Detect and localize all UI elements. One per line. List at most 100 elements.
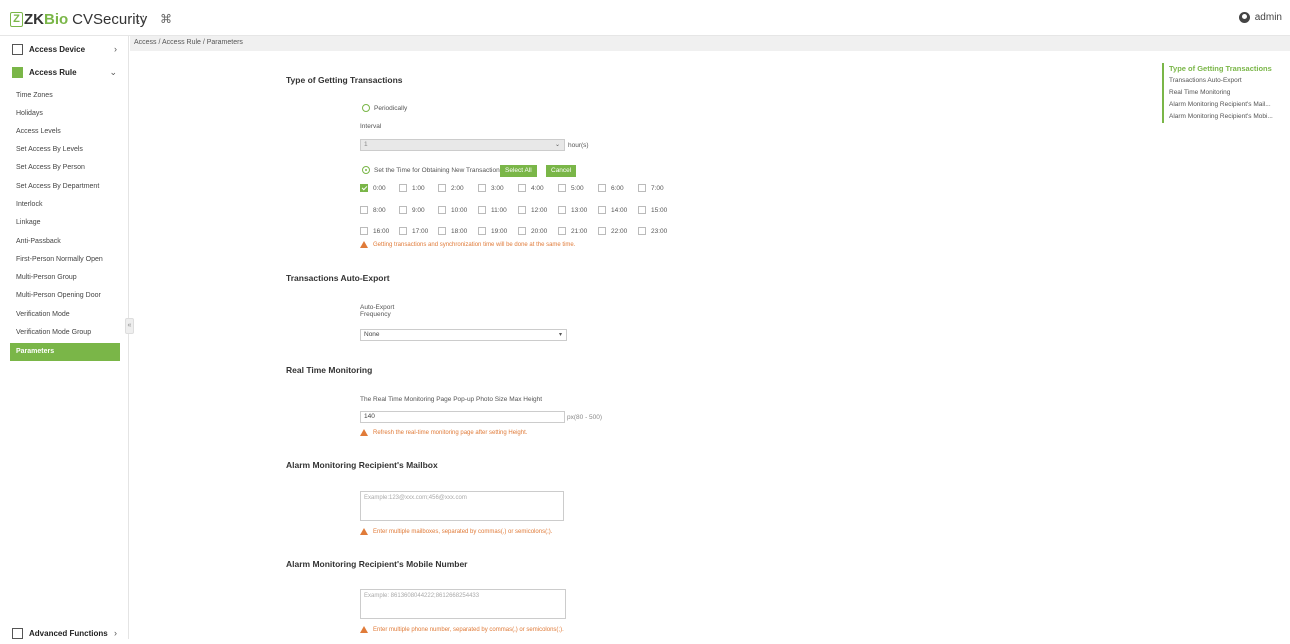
hour-checkbox[interactable] [518,206,526,214]
auto-export-frequency-select[interactable]: None ▾ [360,329,567,341]
logo-icon: Z [10,11,23,27]
anchor-mobile[interactable]: Alarm Monitoring Recipient's Mobi... [1164,111,1282,123]
chevron-down-icon: ⌄ [109,66,117,77]
hour-checkbox[interactable] [438,227,446,235]
sidebar-advanced-functions[interactable]: Advanced Functions › [0,622,129,644]
sidebar-item-verification-mode-group[interactable]: Verification Mode Group [0,324,129,342]
hour-checkbox-label: 20:00 [531,228,548,235]
hour-checkbox[interactable] [478,227,486,235]
cancel-button[interactable]: Cancel [546,165,577,177]
mailbox-warning-text: Enter multiple mailboxes, separated by c… [373,528,553,535]
hour-checkbox[interactable] [399,227,407,235]
sidebar-advanced-functions-label: Advanced Functions [29,628,108,638]
anchor-transactions[interactable]: Type of Getting Transactions [1164,63,1282,75]
sidebar-access-device-label: Access Device [29,44,86,54]
hour-checkbox-label: 5:00 [571,185,584,192]
hour-checkbox-label: 21:00 [571,228,588,235]
hour-checkbox-label: 22:00 [611,228,628,235]
sidebar-item-multi-person-group[interactable]: Multi-Person Group [0,269,129,287]
advanced-functions-icon [12,627,23,639]
warning-icon [360,626,368,633]
sidebar-item-parameters[interactable]: Parameters [10,343,120,361]
chevron-down-icon: ⌄ [554,142,560,148]
select-all-button[interactable]: Select All [500,165,537,177]
chevron-right-icon: › [114,628,117,638]
hour-checkbox[interactable] [638,184,646,192]
hour-checkbox-label: 18:00 [451,228,468,235]
sidebar-item-time-zones[interactable]: Time Zones [0,87,129,105]
hour-checkbox[interactable] [638,227,646,235]
hour-checkbox[interactable] [399,206,407,214]
auto-export-frequency-value: None [364,331,380,338]
sidebar: Access Device › Access Rule ⌄ Time Zones… [0,36,129,639]
mobile-textarea[interactable]: Example: 8613608044222;8612668254433 [360,589,566,619]
anchor-real-time-monitoring[interactable]: Real Time Monitoring [1164,87,1282,99]
section-title-mailbox: Alarm Monitoring Recipient's Mailbox [286,460,438,470]
hour-checkbox[interactable] [558,206,566,214]
interval-unit: hour(s) [568,142,589,149]
hour-checkbox[interactable] [518,227,526,235]
hour-checkbox[interactable] [360,184,368,192]
sidebar-item-set-access-by-department[interactable]: Set Access By Department [0,178,129,196]
section-title-real-time-monitoring: Real Time Monitoring [286,365,373,375]
radio-periodically[interactable] [362,104,370,112]
hour-checkbox[interactable] [558,227,566,235]
app-logo[interactable]: Z ZK Bio CVSecurity [10,10,147,28]
sidebar-access-rule[interactable]: Access Rule ⌄ [0,61,129,83]
hour-checkbox[interactable] [438,206,446,214]
hour-checkbox[interactable] [518,184,526,192]
sidebar-item-verification-mode[interactable]: Verification Mode [0,306,129,324]
sidebar-item-access-levels[interactable]: Access Levels [0,123,129,141]
breadcrumb-bar: Access / Access Rule / Parameters [130,36,1290,51]
hour-checkbox-label: 17:00 [412,228,429,235]
interval-select[interactable]: 1 ⌄ [360,139,565,151]
sidebar-item-set-access-by-person[interactable]: Set Access By Person [0,159,129,177]
anchor-mailbox[interactable]: Alarm Monitoring Recipient's Mail... [1164,99,1282,111]
hour-checkbox[interactable] [360,227,368,235]
sidebar-access-device[interactable]: Access Device › [0,38,129,60]
hour-checkbox-label: 0:00 [373,185,386,192]
sidebar-item-holidays[interactable]: Holidays [0,105,129,123]
sidebar-item-anti-passback[interactable]: Anti-Passback [0,233,129,251]
transactions-warning-text: Getting transactions and synchronization… [373,241,576,248]
hour-checkbox[interactable] [360,206,368,214]
sidebar-item-interlock[interactable]: Interlock [0,196,129,214]
mailbox-textarea[interactable]: Example:123@xxx.com;456@xxx.com [360,491,564,521]
hour-checkbox[interactable] [598,206,606,214]
user-icon [1238,12,1250,23]
command-icon[interactable]: ⌘ [160,12,172,26]
section-anchor-nav: Type of Getting Transactions Transaction… [1162,63,1282,123]
sidebar-item-first-person-normally-open[interactable]: First-Person Normally Open [0,251,129,269]
photo-size-label: The Real Time Monitoring Page Pop-up Pho… [360,396,543,403]
hour-checkbox[interactable] [478,206,486,214]
sidebar-item-linkage[interactable]: Linkage [0,214,129,232]
main-content: Type of Getting Transactions Periodicall… [130,51,1160,639]
radio-set-time[interactable] [362,166,370,174]
user-menu[interactable]: admin [1238,12,1282,23]
user-name: admin [1254,12,1282,23]
hour-checkbox[interactable] [558,184,566,192]
auto-export-label: Auto-Export [360,304,395,311]
mobile-warning-text: Enter multiple phone number, separated b… [373,626,564,633]
hour-checkbox[interactable] [399,184,407,192]
breadcrumb: Access / Access Rule / Parameters [134,39,243,46]
sidebar-item-multi-person-opening-door[interactable]: Multi-Person Opening Door [0,287,129,305]
hour-checkbox-label: 19:00 [491,228,508,235]
sidebar-item-set-access-by-levels[interactable]: Set Access By Levels [0,141,129,159]
hour-checkbox[interactable] [438,184,446,192]
hour-checkbox-label: 15:00 [651,207,668,214]
hour-checkbox[interactable] [598,227,606,235]
periodically-label: Periodically [374,105,408,112]
hour-checkbox[interactable] [478,184,486,192]
anchor-auto-export[interactable]: Transactions Auto-Export [1164,75,1282,87]
chevron-right-icon: › [114,44,117,54]
max-height-input[interactable]: 140 [360,411,565,423]
apps-grid-icon[interactable]: ∷ [137,12,145,26]
hour-checkbox-label: 12:00 [531,207,548,214]
logo-bio: Bio [44,10,69,28]
hour-checkbox[interactable] [598,184,606,192]
hour-checkbox-label: 8:00 [373,207,386,214]
hour-checkbox[interactable] [638,206,646,214]
interval-label: Interval [360,123,382,130]
hour-checkbox-label: 7:00 [651,185,664,192]
